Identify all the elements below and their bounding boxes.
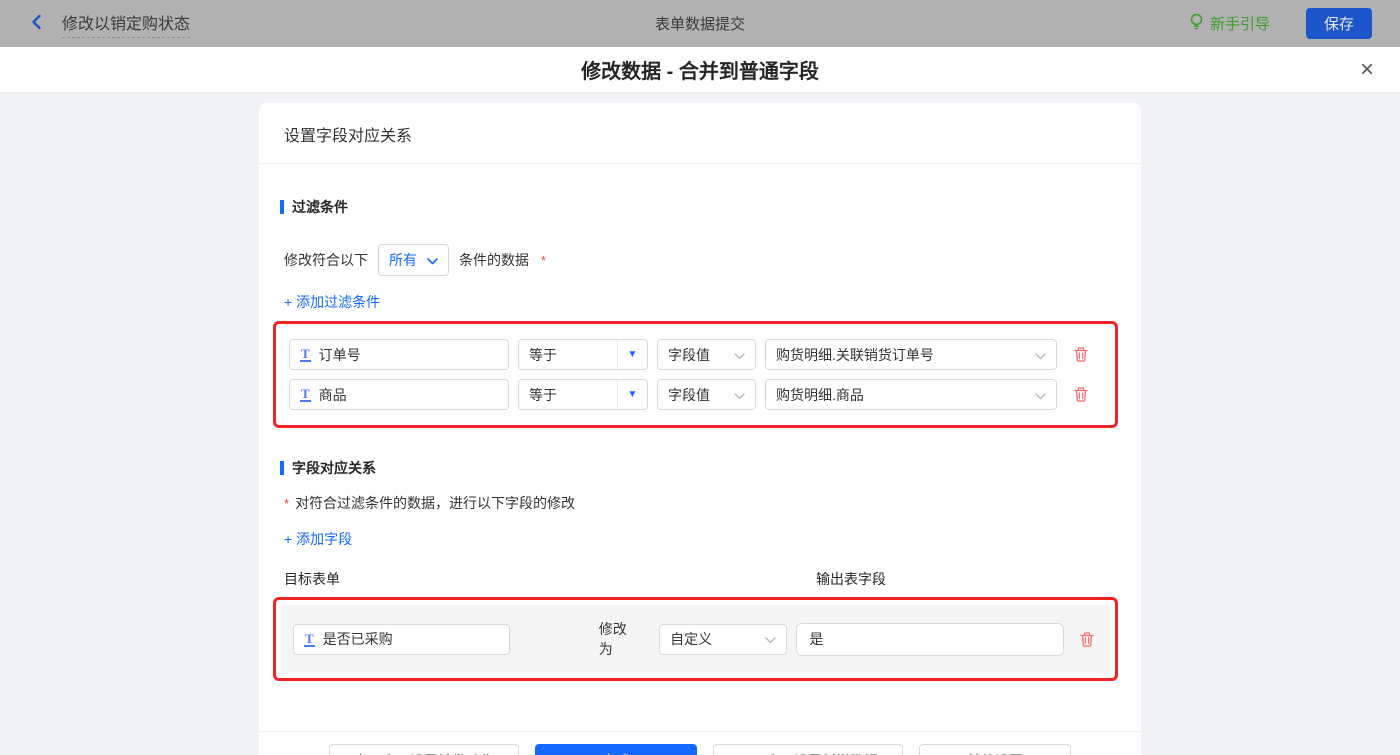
operator-select[interactable]: 等于 ▼ <box>518 379 648 410</box>
chevron-down-icon <box>1035 387 1046 403</box>
caret-down-icon: ▼ <box>617 380 647 409</box>
page-body: 设置字段对应关系 过滤条件 修改符合以下 所有 条件的数据 * + 添加过滤条件 <box>0 93 1400 755</box>
mapping-description-text: 对符合过滤条件的数据，进行以下字段的修改 <box>295 495 576 511</box>
mapping-section-label: 字段对应关系 <box>292 460 376 476</box>
match-mode-select[interactable]: 所有 <box>378 244 449 276</box>
settings-card: 设置字段对应关系 过滤条件 修改符合以下 所有 条件的数据 * + 添加过滤条件 <box>259 103 1141 755</box>
mapping-description: * 对符合过滤条件的数据，进行以下字段的修改 <box>284 493 1116 513</box>
value-source-value: 自定义 <box>670 631 713 647</box>
compare-value-select[interactable]: 购货明细.关联销货订单号 <box>765 339 1057 370</box>
modify-to-label: 修改为 <box>598 621 627 657</box>
beginner-guide-link[interactable]: 新手引导 <box>1189 13 1270 35</box>
output-field-column-header: 输出表字段 <box>816 571 886 587</box>
lightbulb-icon <box>1189 13 1204 35</box>
mapping-row-highlight-box: T 是否已采购 修改为 自定义 是 <box>273 597 1118 681</box>
filter-field-label: 商品 <box>318 386 347 403</box>
save-button[interactable]: 保存 <box>1305 8 1372 39</box>
filter-row: T 订单号 等于 ▼ 字段值 购货明细.关联销货订单号 <box>289 339 1102 370</box>
text-field-icon: T <box>300 386 311 402</box>
other-settings-button[interactable]: 其他设置 <box>919 743 1071 755</box>
card-footer: 上一步：设置触发动作 完成 下一步：设置新增数据 其他设置 <box>259 731 1141 755</box>
value-type-value: 字段值 <box>668 346 710 363</box>
chevron-down-icon <box>734 347 745 363</box>
match-mode-value: 所有 <box>389 252 417 268</box>
section-marker <box>280 200 284 214</box>
card-header: 设置字段对应关系 <box>259 103 1141 164</box>
trash-icon[interactable] <box>1070 344 1092 366</box>
close-icon[interactable]: × <box>1360 57 1374 82</box>
compare-value-label: 购货明细.关联销货订单号 <box>776 346 934 363</box>
operator-value: 等于 <box>529 386 557 403</box>
operator-select[interactable]: 等于 ▼ <box>518 339 648 370</box>
compare-value-label: 购货明细.商品 <box>776 386 864 403</box>
text-field-icon: T <box>300 346 311 362</box>
filter-field-select[interactable]: T 商品 <box>289 379 509 410</box>
back-button[interactable] <box>28 13 46 34</box>
match-suffix: 条件的数据 <box>459 252 529 268</box>
target-form-column-header: 目标表单 <box>284 571 340 587</box>
flow-title[interactable]: 修改以销定购状态 <box>62 10 191 38</box>
add-filter-condition-link[interactable]: + 添加过滤条件 <box>284 292 380 312</box>
target-field-select[interactable]: T 是否已采购 <box>293 623 510 655</box>
mapping-section-title: 字段对应关系 <box>280 428 1116 478</box>
add-field-link[interactable]: + 添加字段 <box>284 529 352 549</box>
prev-step-button[interactable]: 上一步：设置触发动作 <box>329 743 519 755</box>
done-button[interactable]: 完成 <box>535 743 697 755</box>
required-mark: * <box>541 252 547 268</box>
filter-row: T 商品 等于 ▼ 字段值 购货明细.商品 <box>289 379 1102 410</box>
value-type-select[interactable]: 字段值 <box>657 379 756 410</box>
modal-header: 修改数据 - 合并到普通字段 × <box>0 47 1400 93</box>
modal-title: 修改数据 - 合并到普通字段 <box>581 61 819 83</box>
chevron-left-icon <box>28 13 46 34</box>
chevron-down-icon <box>734 387 745 403</box>
required-mark: * <box>284 496 290 511</box>
value-source-select[interactable]: 自定义 <box>659 623 788 655</box>
compare-value-select[interactable]: 购货明细.商品 <box>765 379 1057 410</box>
next-step-button[interactable]: 下一步：设置新增数据 <box>713 743 903 755</box>
text-field-icon: T <box>304 630 315 647</box>
caret-down-icon: ▼ <box>617 340 647 369</box>
filter-section-label: 过滤条件 <box>292 199 348 215</box>
chevron-down-icon <box>765 631 777 647</box>
section-marker <box>280 461 284 475</box>
filter-section-title: 过滤条件 <box>280 164 1116 217</box>
value-type-value: 字段值 <box>668 386 710 403</box>
chevron-down-icon <box>427 252 438 268</box>
filter-rows-highlight-box: T 订单号 等于 ▼ 字段值 购货明细.关联销货订单号 T 商品 等于 ▼ 字段… <box>273 321 1118 428</box>
topbar: 修改以销定购状态 表单数据提交 新手引导 保存 <box>0 0 1400 47</box>
chevron-down-icon <box>1035 347 1046 363</box>
filter-field-select[interactable]: T 订单号 <box>289 339 509 370</box>
beginner-guide-label: 新手引导 <box>1209 16 1270 33</box>
match-condition-row: 修改符合以下 所有 条件的数据 * <box>284 244 1116 276</box>
trash-icon[interactable] <box>1076 628 1098 650</box>
target-field-label: 是否已采购 <box>322 631 393 647</box>
operator-value: 等于 <box>529 346 557 363</box>
match-prefix: 修改符合以下 <box>284 252 368 268</box>
filter-field-label: 订单号 <box>318 346 361 363</box>
value-type-select[interactable]: 字段值 <box>657 339 756 370</box>
mapping-row: T 是否已采购 修改为 自定义 是 <box>281 605 1110 673</box>
trash-icon[interactable] <box>1070 384 1092 406</box>
custom-value-input[interactable]: 是 <box>796 622 1065 656</box>
mapping-column-headers: 目标表单 输出表字段 <box>284 569 1116 589</box>
